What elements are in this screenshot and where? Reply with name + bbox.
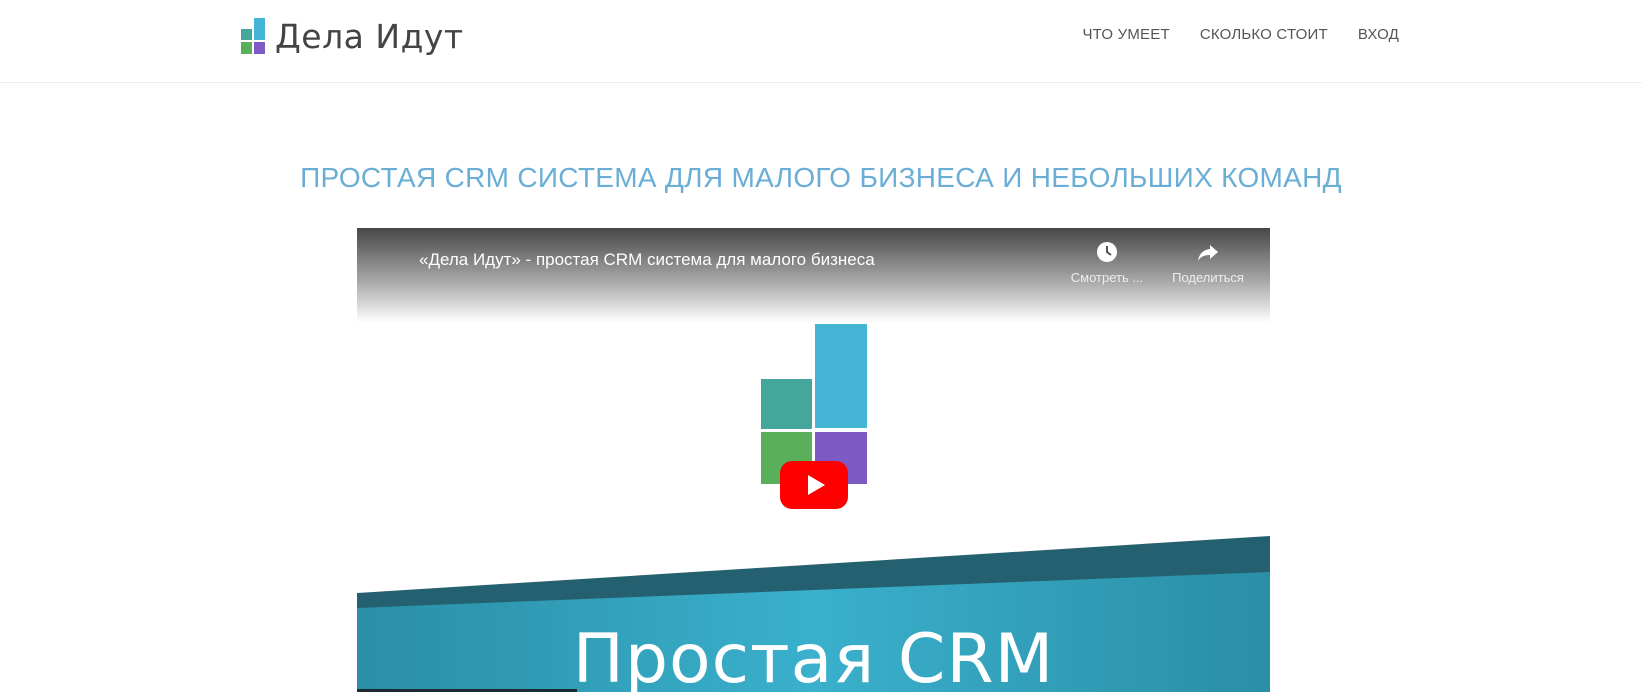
brand-logo-icon bbox=[241, 18, 265, 54]
video-player[interactable]: «Дела Идут» - простая CRM система для ма… bbox=[357, 228, 1270, 692]
main-nav: ЧТО УМЕЕТ СКОЛЬКО СТОИТ ВХОД bbox=[1082, 26, 1399, 43]
hero-title: ПРОСТАЯ CRM СИСТЕМА ДЛЯ МАЛОГО БИЗНЕСА И… bbox=[300, 162, 1342, 193]
video-title-link[interactable]: «Дела Идут» - простая CRM система для ма… bbox=[419, 250, 875, 270]
share-icon bbox=[1198, 245, 1218, 261]
watch-later-label: Смотреть ... bbox=[1070, 270, 1144, 285]
nav-item-features[interactable]: ЧТО УМЕЕТ bbox=[1082, 26, 1169, 43]
share-button[interactable]: Поделиться bbox=[1163, 240, 1253, 285]
brand-name: Дела Идут bbox=[275, 16, 464, 56]
clock-icon bbox=[1097, 242, 1117, 262]
video-caption: Простая CRM bbox=[572, 620, 1055, 692]
watch-later-button[interactable]: Смотреть ... bbox=[1062, 240, 1152, 285]
play-icon[interactable] bbox=[780, 461, 848, 509]
top-navbar: Дела Идут ЧТО УМЕЕТ СКОЛЬКО СТОИТ ВХОД bbox=[0, 0, 1642, 83]
nav-item-login[interactable]: ВХОД bbox=[1358, 26, 1399, 43]
nav-item-pricing[interactable]: СКОЛЬКО СТОИТ bbox=[1200, 26, 1328, 43]
brand-link[interactable]: Дела Идут bbox=[241, 16, 464, 56]
video-logo-icon bbox=[761, 324, 867, 484]
share-label: Поделиться bbox=[1172, 270, 1244, 285]
